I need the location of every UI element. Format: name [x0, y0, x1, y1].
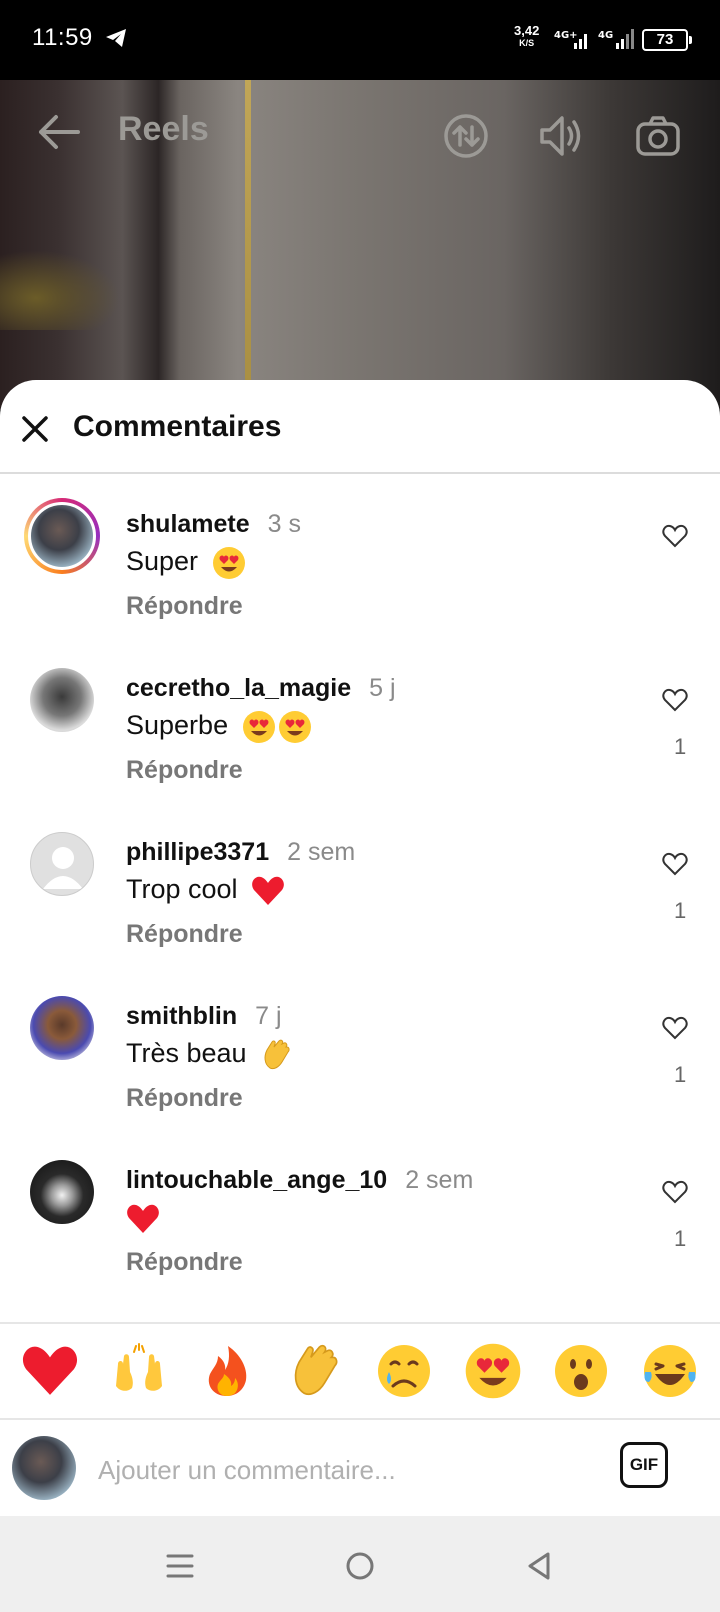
signal-4g-plus-icon: 4G+: [554, 30, 587, 49]
comment-username[interactable]: shulamete 3 s: [126, 510, 301, 539]
svg-text:4G+: 4G+: [554, 30, 578, 41]
back-triangle-icon[interactable]: [520, 1546, 560, 1586]
like-heart-icon[interactable]: [662, 1016, 688, 1040]
comment-time: 3 s: [267, 510, 302, 538]
status-time: 11:59: [32, 24, 93, 51]
reply-button[interactable]: Répondre: [126, 1084, 243, 1113]
my-avatar: [12, 1436, 76, 1500]
like-count: 1: [674, 898, 687, 923]
recents-menu-icon[interactable]: [160, 1546, 200, 1586]
red-heart-emoji-icon: [127, 1204, 159, 1233]
volume-icon[interactable]: [536, 112, 584, 160]
reply-button[interactable]: Répondre: [126, 920, 243, 949]
back-arrow-icon[interactable]: [36, 112, 82, 152]
status-bar: 11:59 3,42 K/S 4G+ 4G 73: [0, 0, 720, 80]
reply-button[interactable]: Répondre: [126, 592, 243, 621]
comment-username[interactable]: cecretho_la_magie 5 j: [126, 674, 396, 703]
laughing-crying-emoji-button[interactable]: [641, 1342, 699, 1400]
surprised-face-emoji-button[interactable]: [552, 1342, 610, 1400]
signal-4g-icon: 4G: [598, 29, 634, 49]
comment-composer: GIF: [0, 1420, 720, 1516]
svg-text:4G: 4G: [598, 30, 613, 41]
avatar[interactable]: [30, 1160, 94, 1224]
gif-button[interactable]: GIF: [620, 1442, 668, 1488]
fire-emoji-button[interactable]: [198, 1342, 256, 1400]
comment-time: 2 sem: [405, 1166, 474, 1194]
telegram-icon: [106, 29, 126, 47]
comment-item: smithblin 7 j Très beau Répondre 1: [0, 982, 720, 1146]
comment-text: Trop cool: [126, 874, 285, 907]
comment-username[interactable]: smithblin 7 j: [126, 1002, 282, 1031]
swap-icon[interactable]: [442, 112, 490, 160]
system-nav-bar: [0, 1516, 720, 1612]
sheet-header: Commentaires: [0, 380, 720, 474]
avatar[interactable]: [30, 832, 94, 896]
comment-input[interactable]: [98, 1450, 578, 1490]
emoji-quick-bar: [0, 1322, 720, 1420]
avatar[interactable]: [30, 668, 94, 732]
comment-text: Super: [126, 546, 246, 580]
heart-eyes-emoji-icon: [242, 711, 275, 743]
like-heart-icon[interactable]: [662, 688, 688, 712]
comment-item: cecretho_la_magie 5 j Superbe Répondre 1: [0, 654, 720, 818]
like-count: 1: [674, 734, 687, 759]
camera-icon[interactable]: [634, 112, 682, 160]
red-heart-emoji-button[interactable]: [21, 1342, 79, 1400]
like-count: 1: [674, 1226, 687, 1251]
comment-text: Très beau: [126, 1038, 294, 1072]
comment-item: phillipe3371 2 sem Trop cool Répondre 1: [0, 818, 720, 982]
page-title: Reels: [118, 110, 209, 148]
heart-eyes-emoji-button[interactable]: [464, 1342, 522, 1400]
reply-button[interactable]: Répondre: [126, 756, 243, 785]
comment-text: Superbe: [126, 710, 312, 744]
comment-time: 7 j: [255, 1002, 282, 1030]
avatar[interactable]: [30, 996, 94, 1060]
comment-username[interactable]: phillipe3371 2 sem: [126, 838, 355, 867]
heart-eyes-emoji-icon: [212, 547, 245, 579]
close-icon[interactable]: [20, 414, 50, 444]
comment-username[interactable]: lintouchable_ange_10 2 sem: [126, 1166, 473, 1195]
comment-time: 2 sem: [287, 838, 356, 866]
like-count: 1: [674, 1062, 687, 1087]
red-heart-emoji-icon: [252, 876, 284, 905]
raised-hands-emoji-button[interactable]: [110, 1342, 168, 1400]
battery-indicator: 73: [642, 29, 692, 51]
comment-item: lintouchable_ange_10 2 sem Répondre 1: [0, 1146, 720, 1310]
heart-eyes-emoji-icon: [278, 711, 311, 743]
like-heart-icon[interactable]: [662, 524, 688, 548]
sheet-title: Commentaires: [73, 410, 282, 443]
reply-button[interactable]: Répondre: [126, 1248, 243, 1277]
avatar[interactable]: [24, 498, 100, 574]
comment-time: 5 j: [369, 674, 396, 702]
like-heart-icon[interactable]: [662, 852, 688, 876]
reels-header: [0, 80, 720, 190]
like-heart-icon[interactable]: [662, 1180, 688, 1204]
clap-emoji-button[interactable]: [287, 1342, 345, 1400]
comment-item: shulamete 3 s Super Répondre: [0, 490, 720, 654]
default-avatar-icon: [43, 847, 83, 889]
network-speed: 3,42 K/S: [514, 23, 540, 48]
comment-text: [126, 1202, 160, 1235]
clap-emoji-icon: [264, 1039, 290, 1070]
crying-face-emoji-button[interactable]: [375, 1342, 433, 1400]
home-circle-icon[interactable]: [340, 1546, 380, 1586]
